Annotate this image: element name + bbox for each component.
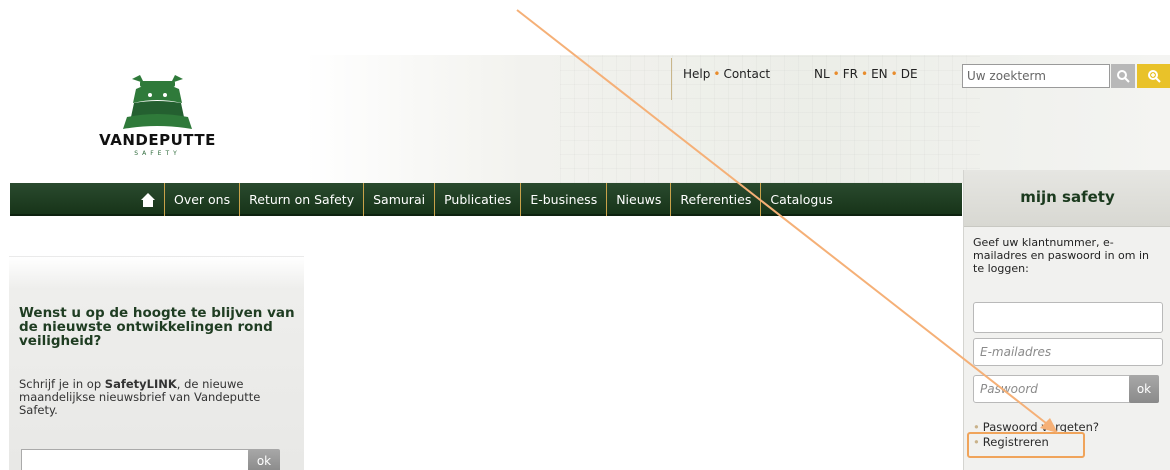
nav-item-over-ons[interactable]: Over ons: [164, 183, 239, 216]
login-panel: mijn safety Geef uw klantnummer, e-maila…: [963, 170, 1170, 470]
language-switcher: NL • FR • EN • DE: [814, 67, 918, 81]
separator-dot: •: [890, 67, 898, 81]
main-navigation: Over ons Return on Safety Samurai Public…: [10, 183, 962, 216]
vandeputte-logo[interactable]: VANDEPUTTE SAFETY: [80, 73, 240, 163]
newsletter-heading: Wenst u op de hoogte te blijven van de n…: [19, 305, 295, 349]
search-input[interactable]: [962, 64, 1110, 88]
newsletter-ok-button[interactable]: ok: [248, 449, 280, 470]
home-icon: [140, 192, 156, 207]
login-intro: Geef uw klantnummer, e-mailadres en pasw…: [973, 236, 1150, 275]
register-highlight-box: [967, 432, 1085, 458]
help-link[interactable]: Help: [683, 67, 710, 81]
nav-item-publicaties[interactable]: Publicaties: [434, 183, 520, 216]
lang-de[interactable]: DE: [901, 67, 918, 81]
login-panel-header: mijn safety: [964, 170, 1170, 227]
safetylink-brand: SafetyLINK: [104, 377, 177, 391]
separator-dot: •: [861, 67, 869, 81]
advanced-search-button[interactable]: [1137, 64, 1170, 88]
newsletter-text: Schrijf je in op SafetyLINK, de nieuwe m…: [19, 378, 299, 417]
nav-item-nieuws[interactable]: Nieuws: [606, 183, 670, 216]
nav-item-catalogus[interactable]: Catalogus: [760, 183, 841, 216]
samurai-helmet-icon: [123, 75, 192, 129]
email-field[interactable]: [973, 338, 1163, 366]
brand-name: VANDEPUTTE: [99, 131, 216, 149]
separator-dot: •: [713, 67, 721, 81]
login-ok-button[interactable]: ok: [1129, 375, 1159, 403]
search-icon: [1117, 70, 1130, 83]
lang-en[interactable]: EN: [871, 67, 888, 81]
contact-link[interactable]: Contact: [723, 67, 770, 81]
nav-item-referenties[interactable]: Referenties: [670, 183, 760, 216]
separator-dot: •: [832, 67, 840, 81]
search-button[interactable]: [1111, 64, 1135, 88]
zoom-in-icon: [1147, 70, 1161, 83]
customer-number-field[interactable]: [973, 302, 1163, 333]
password-field[interactable]: [973, 375, 1133, 403]
nav-item-e-business[interactable]: E-business: [520, 183, 606, 216]
newsletter-text-before: Schrijf je in op: [19, 377, 105, 391]
header-links: Help • Contact: [683, 67, 770, 81]
header-divider: [671, 58, 672, 100]
brand-tagline: SAFETY: [134, 150, 181, 157]
login-title: mijn safety: [1020, 188, 1115, 206]
newsletter-box: Wenst u op de hoogte te blijven van de n…: [9, 256, 304, 470]
lang-nl[interactable]: NL: [814, 67, 830, 81]
lang-fr[interactable]: FR: [843, 67, 858, 81]
nav-home[interactable]: [140, 183, 164, 216]
newsletter-email-input[interactable]: [21, 449, 256, 470]
nav-item-return-on-safety[interactable]: Return on Safety: [239, 183, 363, 216]
nav-item-samurai[interactable]: Samurai: [363, 183, 434, 216]
